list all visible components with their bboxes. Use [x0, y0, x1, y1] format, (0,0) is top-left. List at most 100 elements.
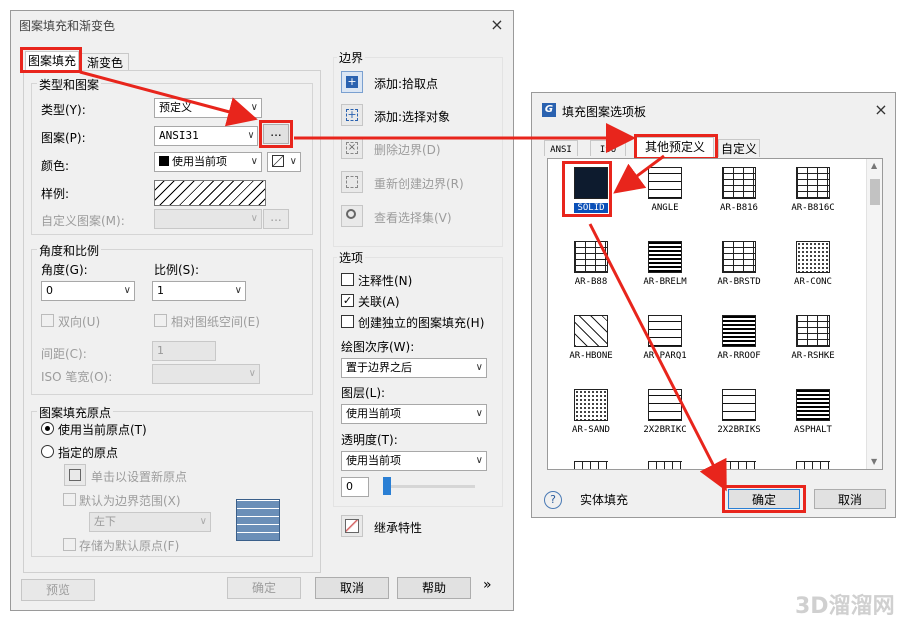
inherit-button[interactable]	[341, 515, 363, 537]
swatch-item[interactable]: AR-BRELM	[630, 239, 700, 301]
swatch-item[interactable]: ASPHALT	[778, 387, 848, 449]
default-bounds-checkbox[interactable]	[63, 493, 76, 506]
add-select-label[interactable]: 添加:选择对象	[374, 108, 450, 125]
spacing-input[interactable]: 1	[152, 341, 216, 361]
scroll-up-icon[interactable]: ▲	[871, 161, 877, 170]
swatch-item[interactable]: AR-RROOF	[704, 313, 774, 375]
origin-title: 图案填充原点	[37, 404, 114, 421]
pattern-thumbnail	[796, 167, 830, 199]
preview-button[interactable]: 预览	[21, 579, 95, 601]
tab-ansi[interactable]: ANSI	[544, 140, 578, 156]
angle-combo[interactable]: 0 ∨	[41, 281, 135, 301]
swatch-item[interactable]: 2X2BRIKS	[704, 387, 774, 449]
type-combo[interactable]: 预定义 ∨	[154, 98, 262, 118]
view-selection-label[interactable]: 查看选择集(V)	[374, 209, 452, 226]
chevron-down-icon: ∨	[475, 362, 483, 373]
view-selection-button[interactable]	[341, 205, 363, 227]
swatch-item[interactable]: AR-B88	[556, 239, 626, 301]
transparency-label: 透明度(T):	[341, 433, 398, 447]
store-default-checkbox[interactable]	[63, 538, 76, 551]
type-value: 预定义	[159, 101, 192, 114]
transparency-slider-track[interactable]	[383, 485, 475, 488]
recreate-boundary-icon	[346, 176, 358, 188]
swatch-item[interactable]: AR-B816C	[778, 165, 848, 227]
chevron-down-icon: ∨	[475, 455, 483, 466]
draw-order-combo[interactable]: 置于边界之后 ∨	[341, 358, 487, 378]
pattern-thumbnail	[796, 315, 830, 347]
remove-boundary-icon: ×	[346, 142, 358, 154]
pattern-thumbnail	[648, 389, 682, 421]
chevron-down-icon: ∨	[475, 408, 483, 419]
tab-custom[interactable]: 自定义	[718, 139, 760, 157]
recreate-boundary-button[interactable]	[341, 171, 363, 193]
pattern-thumbnail	[722, 315, 756, 347]
tab-iso[interactable]: ISO	[590, 140, 626, 156]
add-pick-button[interactable]: +	[341, 71, 363, 93]
relative-paper-checkbox[interactable]	[154, 314, 167, 327]
add-pick-label[interactable]: 添加:拾取点	[374, 75, 438, 92]
swatch-item[interactable]: AR-BRSTD	[704, 239, 774, 301]
set-origin-button[interactable]	[64, 464, 86, 486]
type-label: 类型(Y):	[41, 103, 86, 117]
sample-preview[interactable]	[154, 180, 266, 206]
bg-color-combo[interactable]: ∨	[267, 152, 301, 172]
close-icon[interactable]: ×	[873, 102, 889, 118]
swatch-item[interactable]: 2X2BRIKC	[630, 387, 700, 449]
color-swatch	[159, 156, 169, 166]
chevron-down-icon: ∨	[250, 213, 258, 224]
origin-preview-image	[236, 499, 280, 541]
inherit-label[interactable]: 继承特性	[374, 519, 422, 536]
swatch-item[interactable]: AR-HBONE	[556, 313, 626, 375]
pattern-thumbnail	[722, 389, 756, 421]
annotative-checkbox[interactable]	[341, 273, 354, 286]
transparency-number-input[interactable]: 0	[341, 477, 369, 497]
draw-order-label: 绘图次序(W):	[341, 340, 415, 354]
cancel-button[interactable]: 取消	[315, 577, 389, 599]
transparency-slider-thumb[interactable]	[383, 477, 391, 495]
chevron-down-icon: ∨	[248, 368, 256, 379]
swatch-label: 2X2BRIKS	[717, 425, 761, 435]
swatch-label: AR-BRELM	[643, 277, 687, 287]
swatch-item[interactable]: AR-B816	[704, 165, 774, 227]
pattern-combo[interactable]: ANSI31 ∨	[154, 126, 258, 146]
separate-hatch-label: 创建独立的图案填充(H)	[358, 316, 485, 330]
transparency-combo[interactable]: 使用当前项 ∨	[341, 451, 487, 471]
add-pick-icon: +	[346, 75, 358, 88]
sample-label: 样例:	[41, 187, 70, 201]
color-combo[interactable]: 使用当前项 ∨	[154, 152, 262, 172]
ok-button[interactable]: 确定	[227, 577, 301, 599]
remove-boundary-label[interactable]: 删除边界(D)	[374, 141, 441, 158]
close-icon[interactable]: ×	[489, 17, 505, 33]
hatch-swatch-icon	[272, 155, 284, 167]
swatch-label: AR-B816	[720, 203, 758, 213]
separate-hatch-checkbox[interactable]	[341, 315, 354, 328]
tab-gradient[interactable]: 渐变色	[81, 53, 129, 71]
custom-pattern-combo[interactable]: ∨	[154, 209, 262, 229]
custom-browse-button[interactable]: ...	[263, 209, 289, 229]
scroll-down-icon[interactable]: ▼	[871, 457, 877, 466]
bounds-position-combo[interactable]: 左下 ∨	[89, 512, 211, 532]
associative-checkbox[interactable]: ✓	[341, 294, 354, 307]
palette-cancel-button[interactable]: 取消	[814, 489, 886, 509]
scale-combo[interactable]: 1 ∨	[152, 281, 246, 301]
specified-origin-radio[interactable]	[41, 445, 54, 458]
swatch-item[interactable]: AR-SAND	[556, 387, 626, 449]
help-icon[interactable]: ?	[544, 491, 562, 509]
swatch-item[interactable]: ANGLE	[630, 165, 700, 227]
swatch-item[interactable]: AR-PARQ1	[630, 313, 700, 375]
recreate-boundary-label[interactable]: 重新创建边界(R)	[374, 175, 464, 192]
scrollbar[interactable]: ▲ ▼	[866, 159, 882, 469]
scroll-thumb[interactable]	[870, 179, 880, 205]
layer-combo[interactable]: 使用当前项 ∨	[341, 404, 487, 424]
use-current-origin-radio[interactable]	[41, 422, 54, 435]
more-options-button[interactable]: »	[483, 577, 492, 593]
swatch-item[interactable]: AR-RSHKE	[778, 313, 848, 375]
remove-boundary-button[interactable]: ×	[341, 137, 363, 159]
iso-pen-combo[interactable]: ∨	[152, 364, 260, 384]
swatch-item[interactable]: AR-CONC	[778, 239, 848, 301]
angle-scale-title: 角度和比例	[37, 242, 102, 259]
swatch-label: AR-RROOF	[717, 351, 761, 361]
help-button[interactable]: 帮助	[397, 577, 471, 599]
double-checkbox[interactable]	[41, 314, 54, 327]
add-select-button[interactable]: +	[341, 104, 363, 126]
